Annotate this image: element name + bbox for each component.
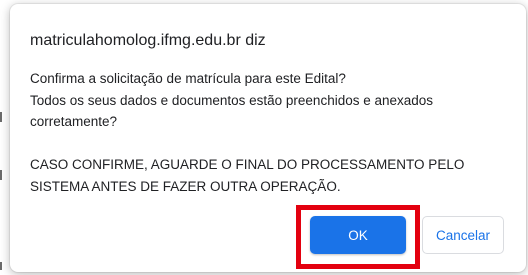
- ok-button[interactable]: OK: [310, 216, 406, 254]
- message-line: corretamente?: [30, 114, 118, 129]
- message-line: Confirma a solicitação de matrícula para…: [30, 71, 346, 86]
- background-edge-mark: [0, 112, 2, 122]
- message-line: Todos os seus dados e documentos estão p…: [30, 92, 434, 108]
- message-line: CASO CONFIRME, AGUARDE O FINAL DO PROCES…: [30, 157, 465, 172]
- background-edge-mark: [0, 262, 2, 270]
- dialog-message: Confirma a solicitação de matrícula para…: [30, 68, 510, 197]
- cancel-button[interactable]: Cancelar: [422, 216, 504, 254]
- background-edge-mark: [0, 170, 2, 180]
- dialog-title: matriculahomolog.ifmg.edu.br diz: [30, 32, 266, 49]
- message-line: SISTEMA ANTES DE FAZER OUTRA OPERAÇÃO.: [30, 178, 341, 194]
